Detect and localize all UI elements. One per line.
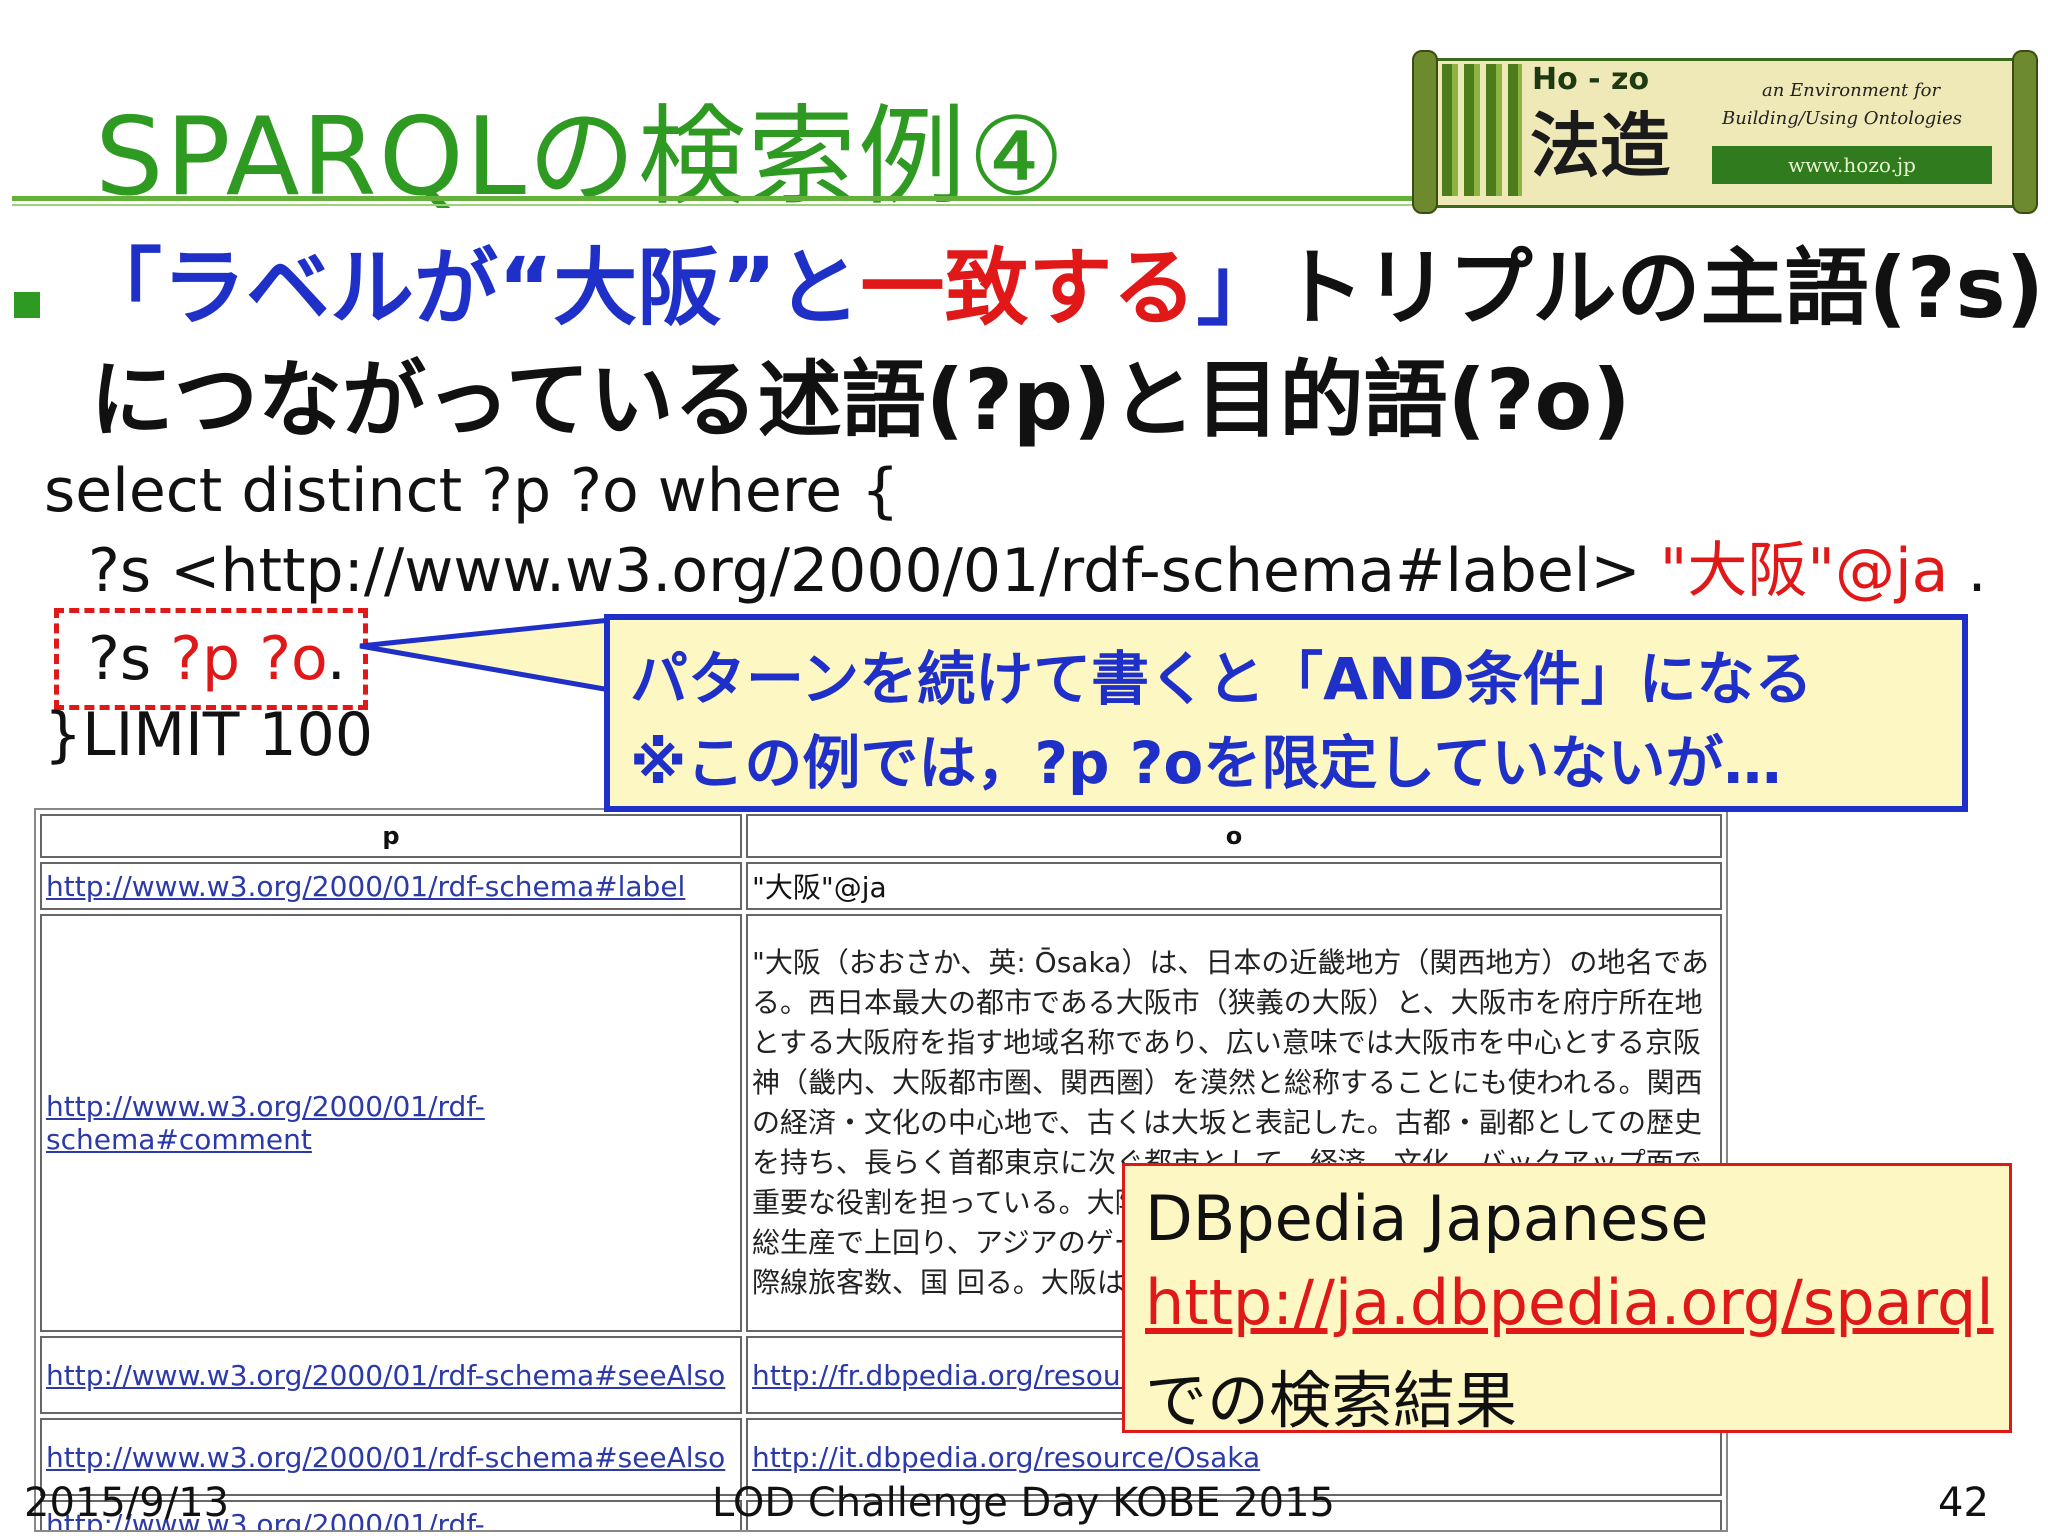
bullet-line-2: につながっている述語(?p)と目的語(?o) bbox=[90, 351, 1631, 449]
bullet-square-icon bbox=[14, 292, 40, 318]
query-line-4: }LIMIT 100 bbox=[44, 700, 374, 770]
query-terminator: . bbox=[326, 624, 346, 694]
logo-name: Ho - zo bbox=[1532, 62, 1650, 97]
predicate-link[interactable]: http://www.w3.org/2000/01/rdf-schema#lab… bbox=[46, 870, 685, 903]
table-cell-p: http://www.w3.org/2000/01/rdf-schema#see… bbox=[40, 1336, 742, 1414]
object-link[interactable]: http://fr.dbpedia.org/resour bbox=[752, 1359, 1132, 1392]
column-header-p: p bbox=[40, 814, 742, 858]
table-cell-o: "大阪"@ja bbox=[746, 862, 1722, 910]
query-literal: "大阪"@ja bbox=[1659, 536, 1949, 606]
query-line-1: select distinct ?p ?o where { bbox=[44, 456, 900, 526]
logo-kanji: 法造 bbox=[1530, 104, 1670, 187]
query-subject: ?s bbox=[88, 624, 171, 694]
column-header-o: o bbox=[746, 814, 1722, 858]
predicate-link[interactable]: http://www.w3.org/2000/01/rdf-schema#see… bbox=[46, 1441, 725, 1474]
callout-line-2: ※この例では，?p ?oを限定していないが… bbox=[630, 729, 1782, 797]
source-caption: での検索結果 bbox=[1145, 1364, 1518, 1437]
predicate-link[interactable]: http://www.w3.org/2000/01/rdf-schema#see… bbox=[46, 1359, 725, 1392]
table-cell-p: http://www.w3.org/2000/01/rdf-schema#lab… bbox=[40, 862, 742, 910]
source-name: DBpedia Japanese bbox=[1145, 1182, 1709, 1255]
bullet-line-1: 「ラベルが“大阪”と一致する」トリプルの主語(?s) bbox=[78, 238, 2044, 338]
bullet-match-part: 一致する bbox=[860, 239, 1197, 337]
table-row: http://www.w3.org/2000/01/rdf-schema#lab… bbox=[40, 862, 1722, 910]
query-triple-label: ?s <http://www.w3.org/2000/01/rdf-schema… bbox=[88, 536, 1660, 606]
footer-page-number: 42 bbox=[1938, 1480, 1989, 1526]
slide-title: SPARQLの検索例④ bbox=[95, 95, 1067, 220]
logo-tagline-1: an Environment for bbox=[1762, 80, 1941, 101]
title-underline bbox=[12, 196, 1412, 201]
source-url-link[interactable]: http://ja.dbpedia.org/sparql bbox=[1145, 1266, 1994, 1339]
callout-pointer bbox=[359, 617, 613, 693]
bullet-subject-part: トリプルの主語(?s) bbox=[1280, 239, 2044, 337]
hozo-logo: Ho - zo 法造 an Environment for Building/U… bbox=[1412, 50, 2042, 214]
query-line-3: ?s ?p ?o. bbox=[88, 624, 346, 694]
footer-date: 2015/9/13 bbox=[24, 1480, 230, 1526]
table-cell-p: http://www.w3.org/2000/01/rdf-schema#com… bbox=[40, 914, 742, 1332]
logo-scroll-rod-right bbox=[2012, 50, 2038, 214]
footer-event: LOD Challenge Day KOBE 2015 bbox=[712, 1480, 1336, 1526]
bamboo-icon bbox=[1442, 64, 1522, 196]
bullet-bracket-close: 」 bbox=[1196, 239, 1281, 337]
table-header-row: p o bbox=[40, 814, 1722, 858]
predicate-link[interactable]: http://www.w3.org/2000/01/rdf-schema#com… bbox=[46, 1090, 485, 1156]
object-link[interactable]: http://it.dbpedia.org/resource/Osaka bbox=[752, 1441, 1260, 1474]
query-period: . bbox=[1948, 536, 1987, 606]
callout-line-1: パターンを続けて書くと「AND条件」になる bbox=[630, 645, 1813, 713]
logo-url: www.hozo.jp bbox=[1712, 146, 1992, 184]
callout-box: パターンを続けて書くと「AND条件」になる ※この例では，?p ?oを限定してい… bbox=[604, 614, 1968, 812]
query-line-2: ?s <http://www.w3.org/2000/01/rdf-schema… bbox=[88, 536, 1987, 606]
logo-scroll-rod-left bbox=[1412, 50, 1438, 214]
query-pred-obj: ?p ?o bbox=[170, 624, 327, 694]
logo-tagline-2: Building/Using Ontologies bbox=[1722, 108, 1962, 129]
bullet-label-part: 「ラベルが“大阪”と bbox=[78, 239, 861, 337]
source-note-box: DBpedia Japanese http://ja.dbpedia.org/s… bbox=[1122, 1163, 2012, 1437]
title-underline-thin bbox=[12, 204, 1412, 206]
